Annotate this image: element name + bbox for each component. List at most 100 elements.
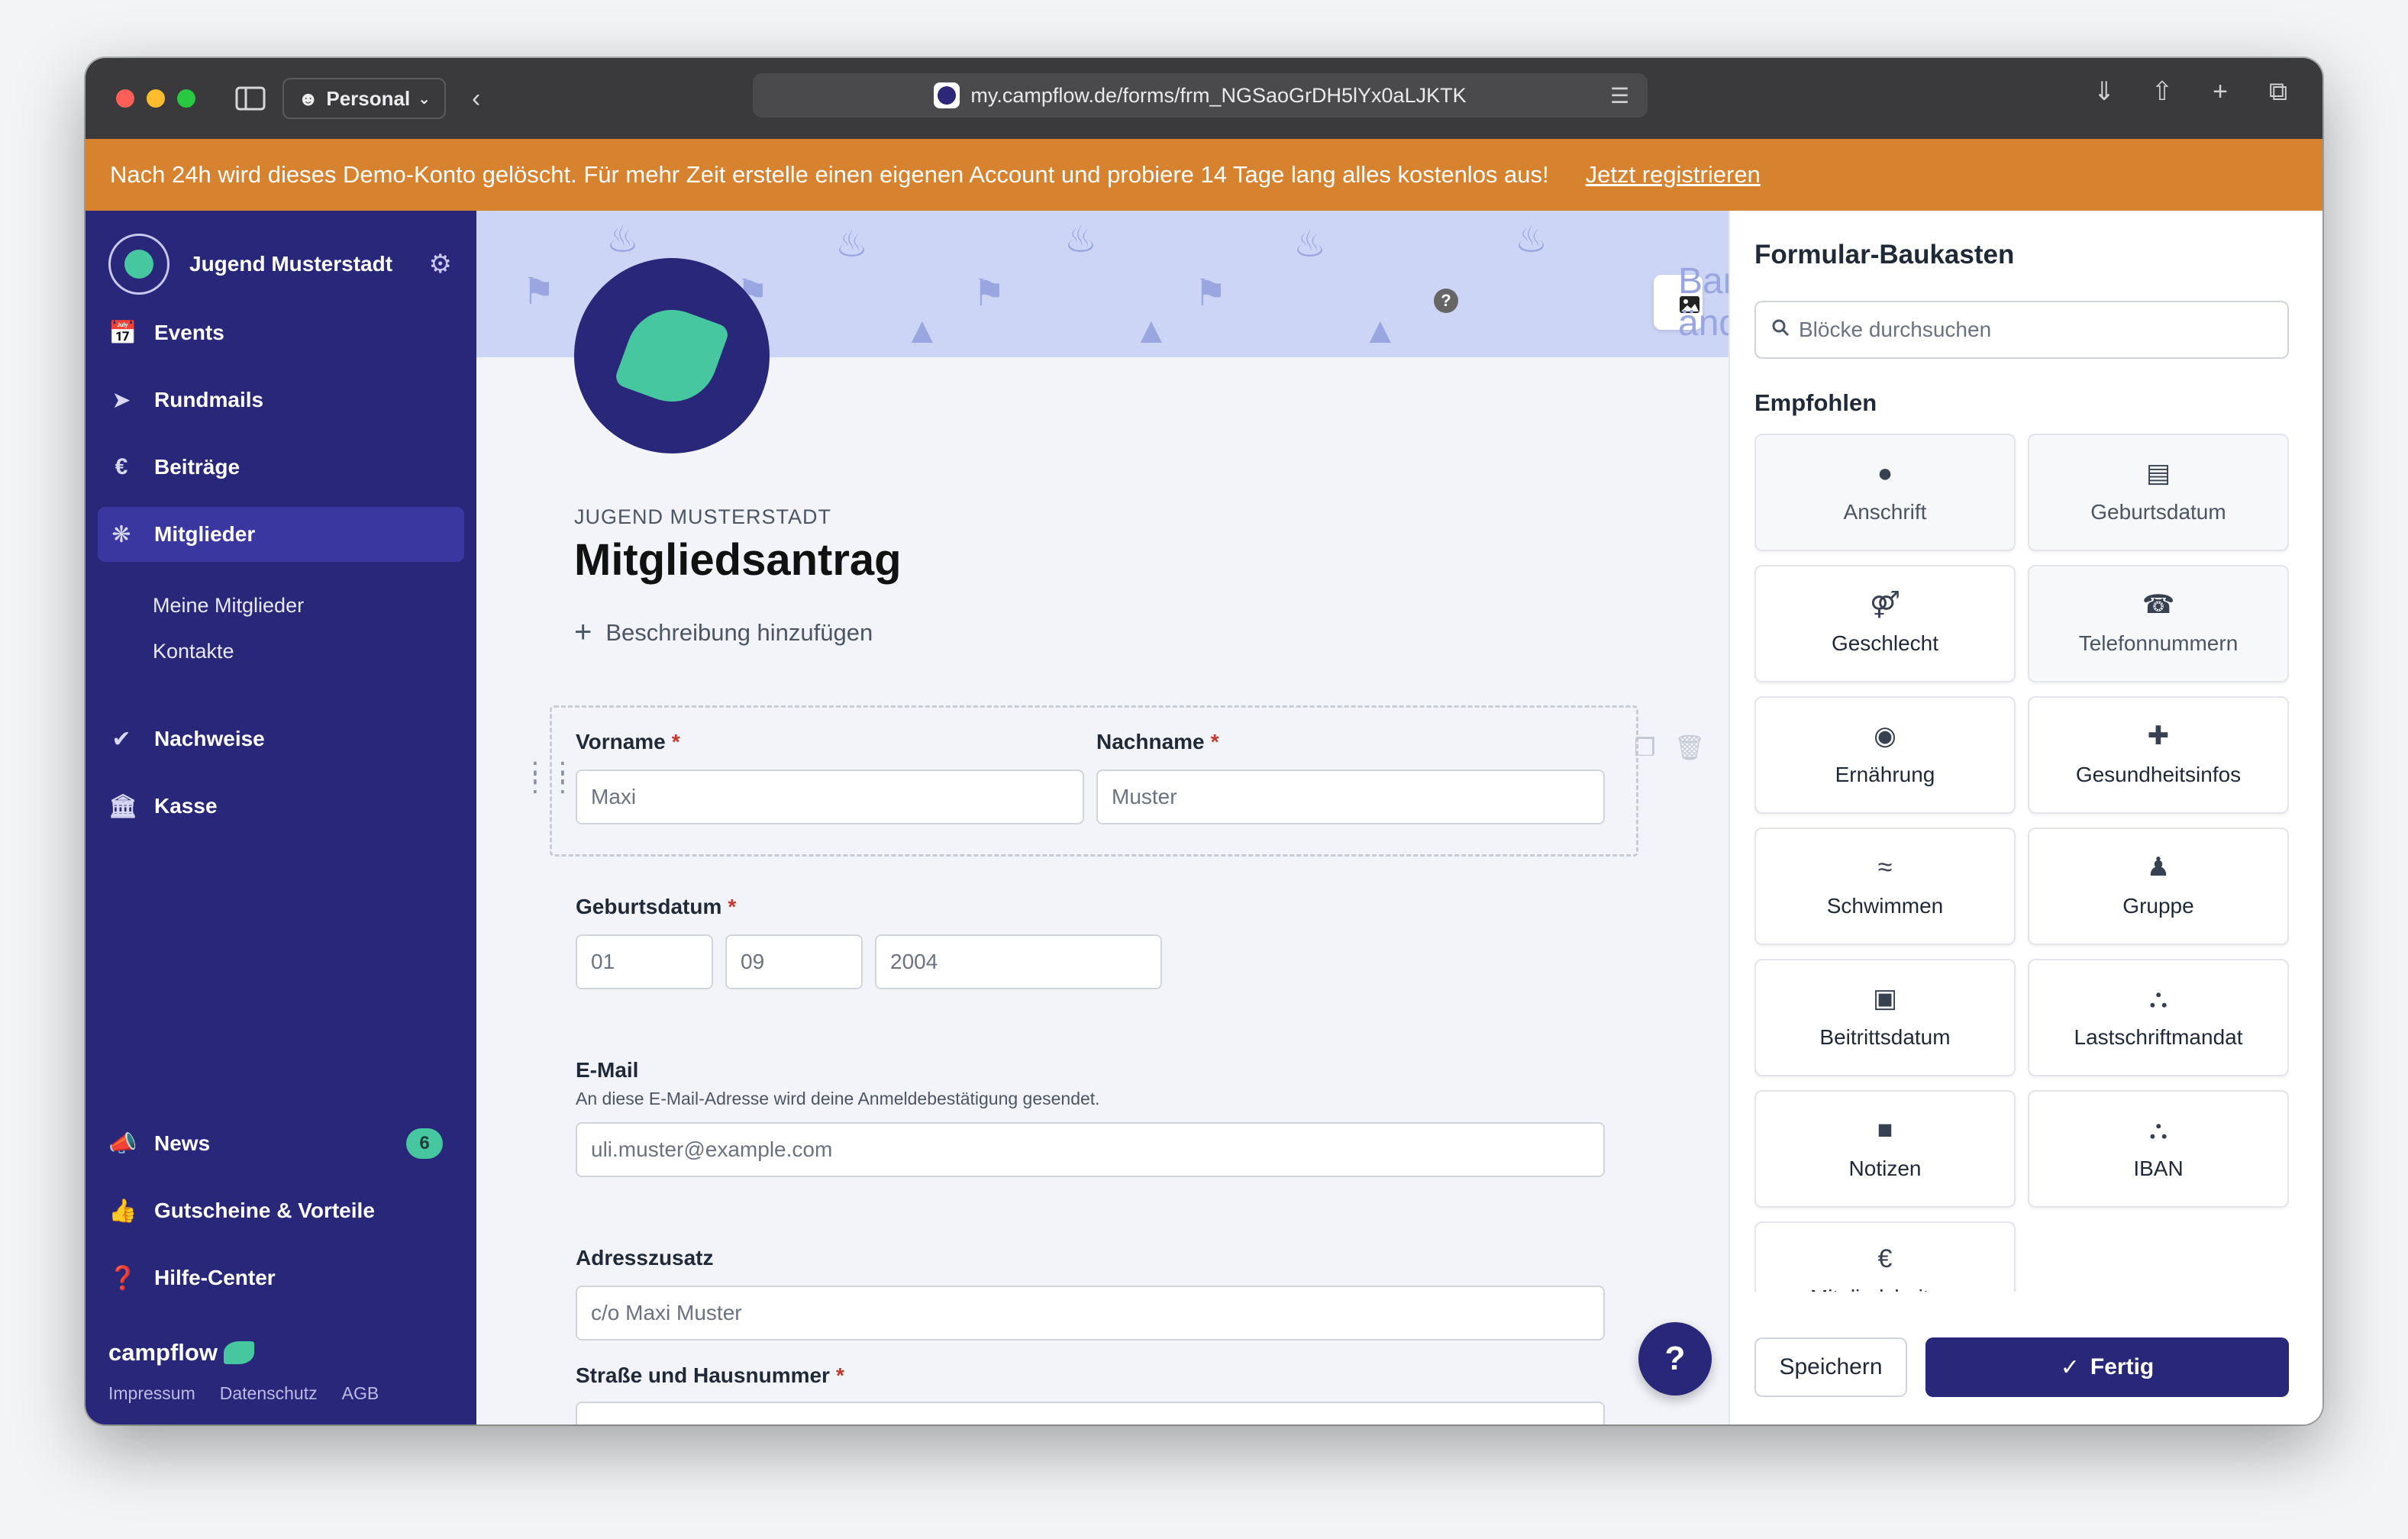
campflow-logo: campflow (108, 1339, 254, 1366)
strasse-input[interactable] (576, 1402, 1605, 1424)
notice-text: Nach 24h wird dieses Demo-Konto gelöscht… (110, 161, 1549, 188)
sidebar-item-events[interactable]: 📅 Events (98, 305, 464, 360)
block-gruppe[interactable]: ♟ Gruppe (2028, 828, 2289, 945)
panel-title: Formular-Baukasten (1754, 240, 2015, 269)
adresszusatz-label: Adresszusatz (576, 1246, 714, 1270)
search-icon (1771, 318, 1790, 342)
sidebar-item-news[interactable]: 📣 News 6 (98, 1116, 464, 1171)
pattern-icon: ♨ (835, 224, 869, 265)
trash-icon[interactable]: 🗑 (1674, 733, 1706, 762)
cake-icon: ▤ (2145, 459, 2171, 488)
sidebar-item-beitraege[interactable]: € Beiträge (98, 440, 464, 495)
site-favicon-icon (934, 82, 960, 108)
bank-icon: ⛬ (2149, 984, 2168, 1013)
block-telefonnummern[interactable]: ☎ Telefonnummern (2028, 565, 2289, 682)
back-icon[interactable]: ‹ (472, 84, 480, 114)
add-description-button[interactable]: + Beschreibung hinzufügen (574, 615, 873, 650)
gear-icon[interactable]: ⚙ (429, 249, 452, 279)
sidebar: Jugend Musterstadt ⚙ 📅 Events ➤ Rundmail… (86, 211, 476, 1424)
email-hint: An diese E-Mail-Adresse wird deine Anmel… (576, 1089, 1100, 1108)
plate-icon: ◉ (1874, 721, 1896, 750)
form-title[interactable]: Mitgliedsantrag (574, 534, 902, 586)
campflow-leaf-icon (223, 1341, 254, 1364)
block-ernaehrung[interactable]: ◉ Ernährung (1754, 696, 2016, 814)
block-mitgliedsbeitrag[interactable]: €Mitgliedsbeitrag (1754, 1221, 2016, 1292)
demo-notice-bar: Nach 24h wird dieses Demo-Konto gelöscht… (86, 139, 2322, 211)
tabs-overview-icon[interactable]: ⧉ (2264, 77, 2292, 106)
new-tab-icon[interactable]: + (2206, 77, 2234, 106)
reader-icon[interactable]: ☰ (1610, 83, 1629, 108)
nachname-input[interactable]: Muster (1096, 770, 1605, 824)
pattern-icon: ▲ (904, 311, 941, 351)
person-icon: ☻ (298, 86, 319, 110)
sidebar-item-hilfe-center[interactable]: ❓ Hilfe-Center (98, 1250, 464, 1305)
agb-link[interactable]: AGB (342, 1383, 379, 1404)
block-anschrift[interactable]: ● Anschrift (1754, 434, 2016, 551)
nachname-label: Nachname * (1096, 730, 1219, 753)
block-notizen[interactable]: ■ Notizen (1754, 1090, 2016, 1208)
email-label: E-Mail (576, 1058, 639, 1082)
org-logo (108, 234, 169, 295)
chat-support-button[interactable]: ? (1638, 1322, 1712, 1395)
sidebar-item-nachweise[interactable]: ✔ Nachweise (98, 711, 464, 766)
block-iban[interactable]: ⛬ IBAN (2028, 1090, 2289, 1208)
vorname-input[interactable]: Maxi (576, 770, 1084, 824)
email-input[interactable]: uli.muster@example.com (576, 1122, 1605, 1177)
section-heading: Empfohlen (1754, 389, 1877, 416)
sidebar-subitem-meine-mitglieder[interactable]: Meine Mitglieder (153, 594, 304, 618)
org-header[interactable]: Jugend Musterstadt ⚙ (108, 234, 452, 295)
geburtsdatum-label: Geburtsdatum * (576, 895, 737, 918)
pattern-icon: ♨ (606, 220, 640, 260)
euro-icon: € (1877, 1244, 1893, 1273)
gender-icon: ⚤ (1870, 590, 1900, 619)
sidebar-subitem-kontakte[interactable]: Kontakte (153, 640, 234, 663)
pattern-icon: ⚑ (973, 273, 1006, 314)
adresszusatz-input[interactable]: c/o Maxi Muster (576, 1286, 1605, 1341)
footer-links: Impressum Datenschutz AGB (108, 1383, 379, 1404)
browser-titlebar: ☻ Personal ⌄ ‹ my.campflow.de/forms/frm_… (86, 58, 2322, 139)
pattern-icon: ♨ (1515, 220, 1548, 260)
close-window-button[interactable] (116, 89, 134, 108)
block-lastschriftmandat[interactable]: ⛬ Lastschriftmandat (2028, 959, 2289, 1076)
register-link[interactable]: Jetzt registrieren (1586, 161, 1761, 189)
sidebar-item-mitglieder[interactable]: ❋ Mitglieder (98, 507, 464, 562)
zoom-window-button[interactable] (177, 89, 195, 108)
check-icon: ✔ (111, 726, 131, 752)
birth-year-input[interactable]: 2004 (875, 934, 1162, 989)
chevron-down-icon: ⌄ (418, 90, 431, 108)
sidebar-toggle-icon[interactable] (234, 82, 267, 115)
block-gesundheitsinfos[interactable]: ✚ Gesundheitsinfos (2028, 696, 2289, 814)
minimize-window-button[interactable] (147, 89, 165, 108)
help-icon: ❓ (108, 1265, 137, 1291)
profile-switcher[interactable]: ☻ Personal ⌄ (282, 78, 446, 119)
check-icon: ✓ (2060, 1354, 2080, 1380)
block-geburtsdatum[interactable]: ▤ Geburtsdatum (2028, 434, 2289, 551)
change-banner-button[interactable]: Banner ändern (1654, 261, 1729, 344)
birth-month-input[interactable]: 09 (725, 934, 863, 989)
sidebar-item-rundmails[interactable]: ➤ Rundmails (98, 373, 464, 428)
copy-icon[interactable]: ❐ (1634, 733, 1656, 762)
block-search-input[interactable]: Blöcke durchsuchen (1754, 301, 2289, 359)
note-icon: ■ (1877, 1115, 1893, 1144)
pattern-icon: ▲ (1362, 311, 1399, 351)
browser-window: ☻ Personal ⌄ ‹ my.campflow.de/forms/frm_… (86, 58, 2322, 1424)
share-icon[interactable]: ⇧ (2148, 77, 2176, 106)
browser-toolbar-right: ⇓ ⇧ + ⧉ (2090, 77, 2292, 107)
pattern-icon: ♨ (1293, 224, 1327, 265)
bank-icon: 🏛 (108, 793, 138, 819)
address-bar[interactable]: my.campflow.de/forms/frm_NGSaoGrDH5lYx0a… (753, 73, 1648, 118)
impressum-link[interactable]: Impressum (108, 1383, 195, 1404)
download-icon[interactable]: ⇓ (2090, 77, 2118, 106)
done-button[interactable]: ✓ Fertig (1925, 1337, 2289, 1397)
datenschutz-link[interactable]: Datenschutz (220, 1383, 318, 1404)
org-avatar[interactable] (574, 258, 770, 453)
block-beitrittsdatum[interactable]: ▣ Beitrittsdatum (1754, 959, 2016, 1076)
save-button[interactable]: Speichern (1754, 1337, 1907, 1397)
block-geschlecht[interactable]: ⚤ Geschlecht (1754, 565, 2016, 682)
sidebar-item-kasse[interactable]: 🏛 Kasse (98, 779, 464, 834)
birth-day-input[interactable]: 01 (576, 934, 713, 989)
org-caption: JUGEND MUSTERSTADT (574, 505, 832, 528)
pattern-icon: ⚑ (522, 272, 556, 312)
sidebar-item-gutscheine[interactable]: 👍 Gutscheine & Vorteile (98, 1183, 464, 1238)
block-schwimmen[interactable]: ≈ Schwimmen (1754, 828, 2016, 945)
